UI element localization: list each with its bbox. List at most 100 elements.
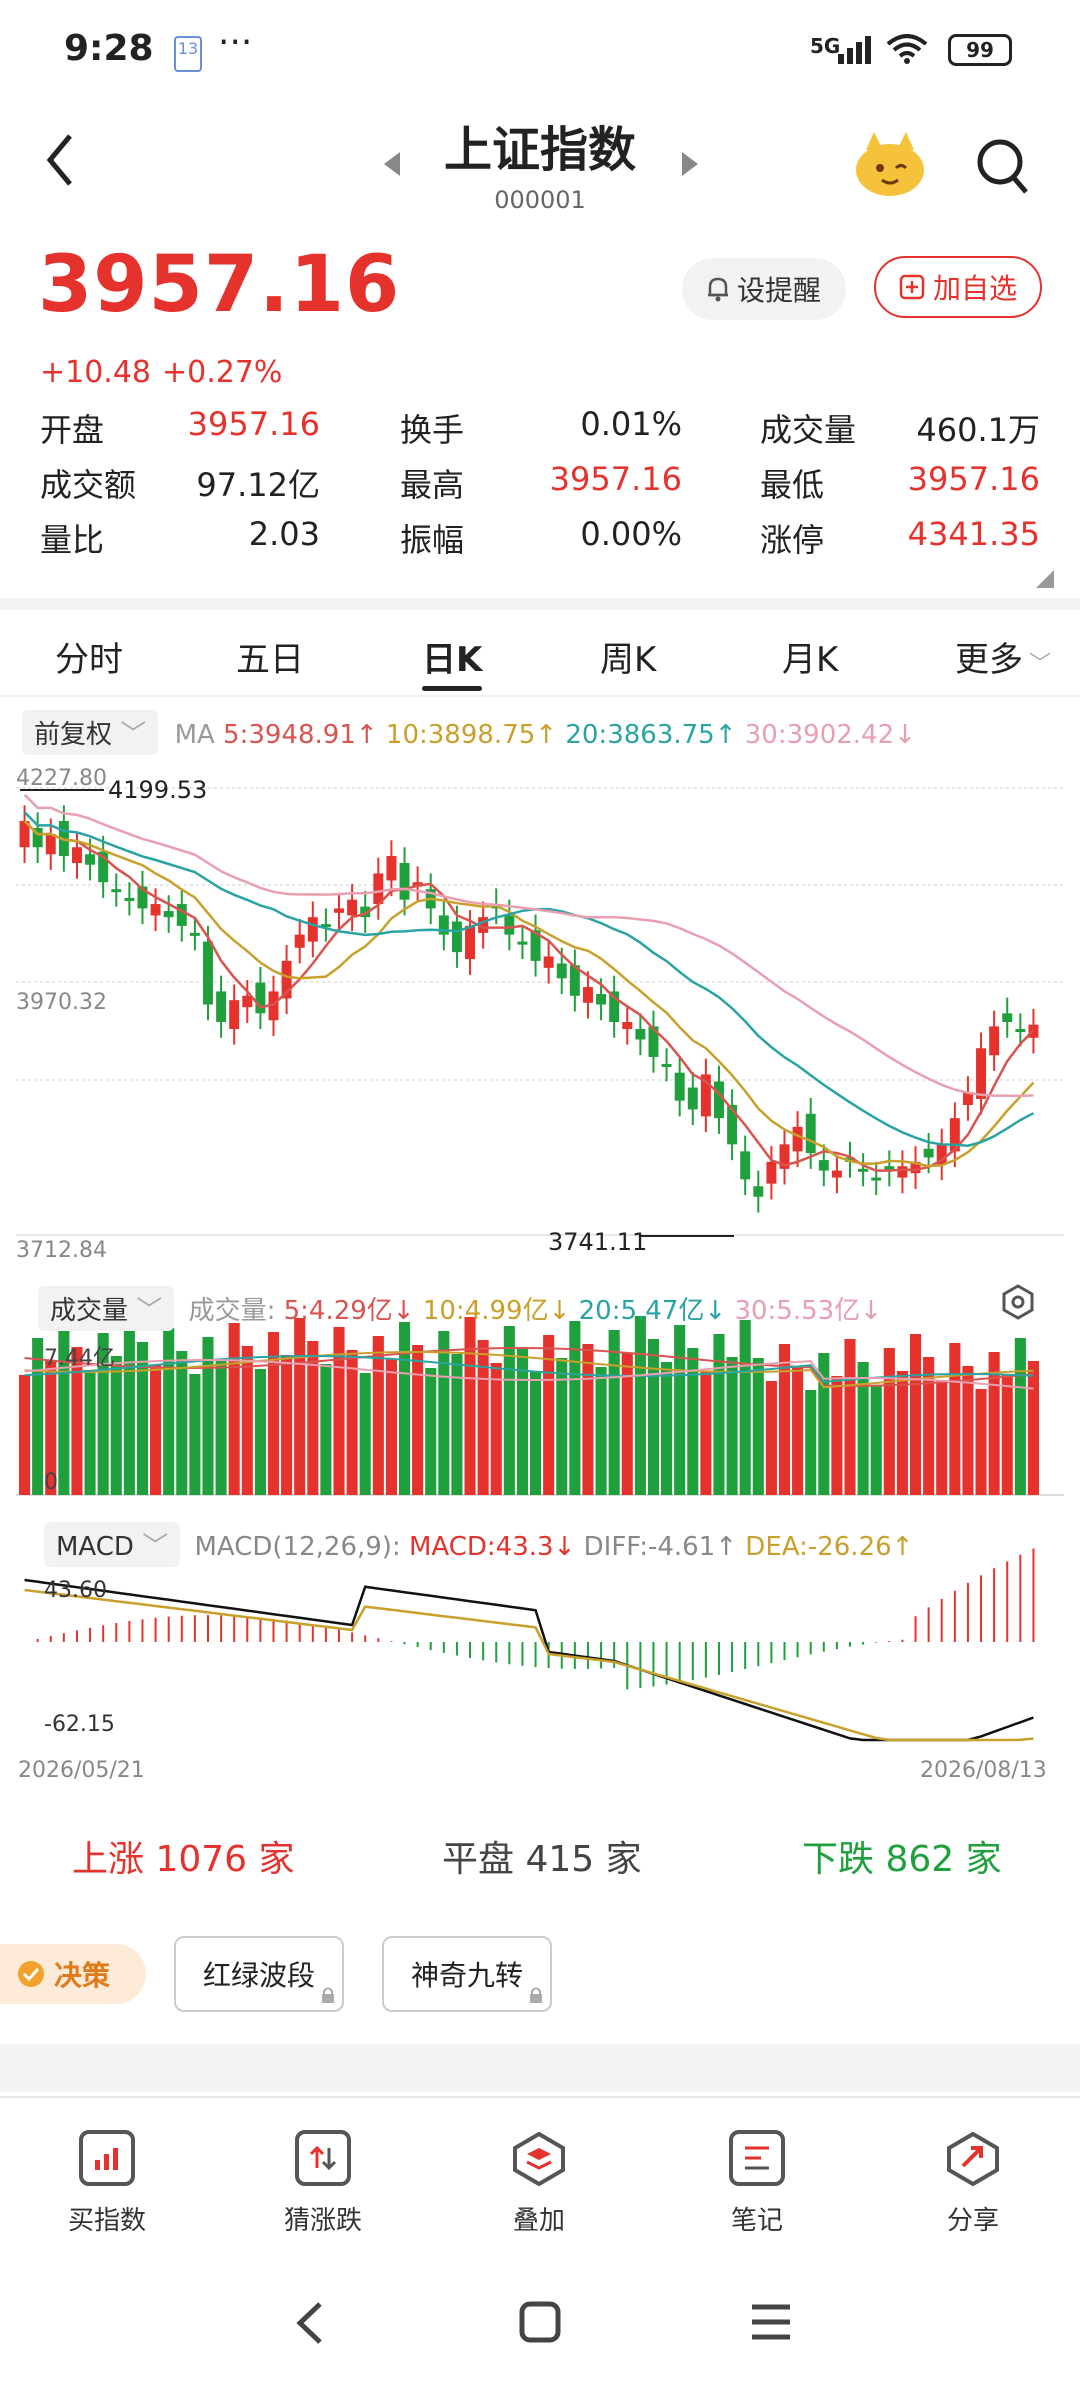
battery-icon: 99: [948, 34, 1012, 66]
system-back-icon[interactable]: [290, 2300, 330, 2350]
system-home-icon[interactable]: [518, 2300, 562, 2348]
volume-bar: [294, 1318, 306, 1495]
volume-bar: [254, 1369, 266, 1495]
volume-bar: [503, 1326, 515, 1495]
red-green-wave-button[interactable]: 红绿波段: [174, 1936, 344, 2012]
candle-body: [150, 904, 161, 916]
section-divider: [0, 598, 1080, 610]
candle-body: [687, 1087, 698, 1110]
chevron-down-icon: ﹀: [136, 1296, 163, 1326]
period-tabs: 分时 五日 日K 周K 月K 更多 ﹀: [0, 620, 1080, 695]
stat-key: 换手: [400, 411, 465, 449]
volume-bar: [608, 1330, 620, 1495]
candle-body: [517, 941, 528, 945]
candle-body: [347, 899, 358, 916]
tab-intraday[interactable]: 分时: [55, 632, 123, 681]
ma20-line: [23, 811, 1034, 1147]
volume-bar: [713, 1334, 725, 1495]
set-alert-label: 设提醒: [736, 274, 821, 307]
dea-line: [24, 1588, 1034, 1742]
adjust-dropdown[interactable]: 前复权 ﹀: [22, 710, 159, 755]
tab-daily-k[interactable]: 日K: [422, 632, 482, 681]
macd-dropdown[interactable]: MACD ﹀: [44, 1522, 181, 1567]
ma-label: MA: [174, 720, 215, 750]
candle-body: [923, 1148, 934, 1158]
volume-bar: [163, 1328, 175, 1495]
stat-key: 成交量: [760, 411, 857, 449]
volume-bar: [490, 1363, 502, 1495]
status-bar: 9:28 13 ··· 5G 99: [0, 0, 1080, 100]
vol-ma10: 10:4.99亿↓: [422, 1296, 571, 1326]
tab-monthly-k[interactable]: 月K: [782, 632, 838, 681]
candle-body: [307, 917, 318, 942]
volume-dropdown[interactable]: 成交量 ﹀: [38, 1286, 175, 1331]
volume-bar: [700, 1371, 712, 1495]
volume-bar: [647, 1339, 660, 1495]
candle-body: [766, 1161, 777, 1184]
tab-weekly-k[interactable]: 周K: [600, 632, 656, 681]
stat-key: 成交额: [40, 466, 137, 504]
kline-high-mark: 4199.53: [108, 776, 208, 804]
volume-bar: [215, 1360, 227, 1495]
candle-body: [805, 1113, 816, 1154]
up-down-arrows-icon: [295, 2130, 351, 2186]
stats-grid: 开盘 3957.16 换手 0.01% 成交量 460.1万 成交额 97.12亿 最高 3957…: [40, 405, 1040, 570]
volume-bar: [412, 1345, 424, 1495]
system-menu-icon[interactable]: [750, 2302, 792, 2346]
volume-bar: [150, 1365, 162, 1495]
volume-label: 成交量:: [188, 1296, 276, 1326]
tab-five-day[interactable]: 五日: [236, 632, 304, 681]
nav-top-border: [0, 2096, 1080, 2098]
stat-value: 3957.16: [549, 460, 682, 498]
volume-bar: [595, 1367, 607, 1495]
share-label: 分享: [946, 2206, 999, 2236]
guess-label: 猜涨跌: [283, 2206, 362, 2236]
add-watchlist-button[interactable]: 加自选: [874, 256, 1042, 318]
search-icon[interactable]: [974, 136, 1030, 200]
overlay-button[interactable]: 叠加: [464, 2130, 614, 2237]
stat-value: 0.01%: [580, 405, 682, 443]
candle-body: [871, 1177, 882, 1181]
volume-bar: [189, 1374, 201, 1495]
kline-chart-area[interactable]: [0, 760, 1080, 1760]
settings-icon[interactable]: [1000, 1284, 1036, 1324]
stats-row: 开盘 3957.16 换手 0.01% 成交量 460.1万: [40, 405, 1040, 460]
macd-y-top: 43.60: [44, 1578, 107, 1603]
guess-button[interactable]: 猜涨跌: [248, 2130, 398, 2237]
vol-ma30: 30:5.53亿↓: [734, 1296, 882, 1326]
volume-bar: [805, 1390, 817, 1495]
volume-bar: [661, 1362, 673, 1495]
buy-index-button[interactable]: 买指数: [32, 2130, 182, 2237]
mascot-icon[interactable]: [852, 130, 928, 204]
volume-bar: [281, 1355, 293, 1495]
notes-button[interactable]: 笔记: [682, 2130, 832, 2237]
stat-value: 0.00%: [580, 515, 682, 553]
candle-body: [399, 862, 410, 900]
notification-badge-icon: 13: [174, 36, 202, 72]
set-alert-button[interactable]: 设提醒: [682, 258, 846, 320]
advancers: 上涨 1076 家: [72, 1839, 295, 1880]
macd-legend: MACD ﹀ MACD(12,26,9): MACD:43.3↓ DIFF:-4…: [44, 1522, 913, 1567]
next-index-icon[interactable]: [680, 150, 700, 182]
volume-bar: [949, 1343, 961, 1495]
volume-bar: [634, 1316, 646, 1495]
candle-body: [622, 1022, 633, 1030]
candle-body: [989, 1026, 1000, 1056]
ma30-line: [23, 793, 1034, 1098]
active-tab-indicator: [422, 686, 482, 691]
candle-body: [124, 897, 135, 901]
kline-low-mark: 3741.11: [548, 1228, 648, 1256]
bottom-toolbar: 买指数 猜涨跌 叠加 笔记 分享: [0, 2110, 1080, 2260]
decision-tag[interactable]: 决策: [0, 1944, 146, 2004]
magic-nine-button[interactable]: 神奇九转: [382, 1936, 552, 2012]
stat-key: 量比: [40, 521, 105, 559]
stat-value: 4341.35: [907, 515, 1040, 553]
macd-value: MACD:43.3↓: [408, 1532, 576, 1562]
tab-more[interactable]: 更多 ﹀: [955, 632, 1051, 681]
share-button[interactable]: 分享: [898, 2130, 1048, 2237]
candle-body: [818, 1160, 829, 1171]
volume-bar: [359, 1373, 371, 1495]
volume-bar: [857, 1362, 869, 1495]
expand-corner-icon[interactable]: [1036, 570, 1054, 592]
tab-underline: [0, 695, 1080, 697]
